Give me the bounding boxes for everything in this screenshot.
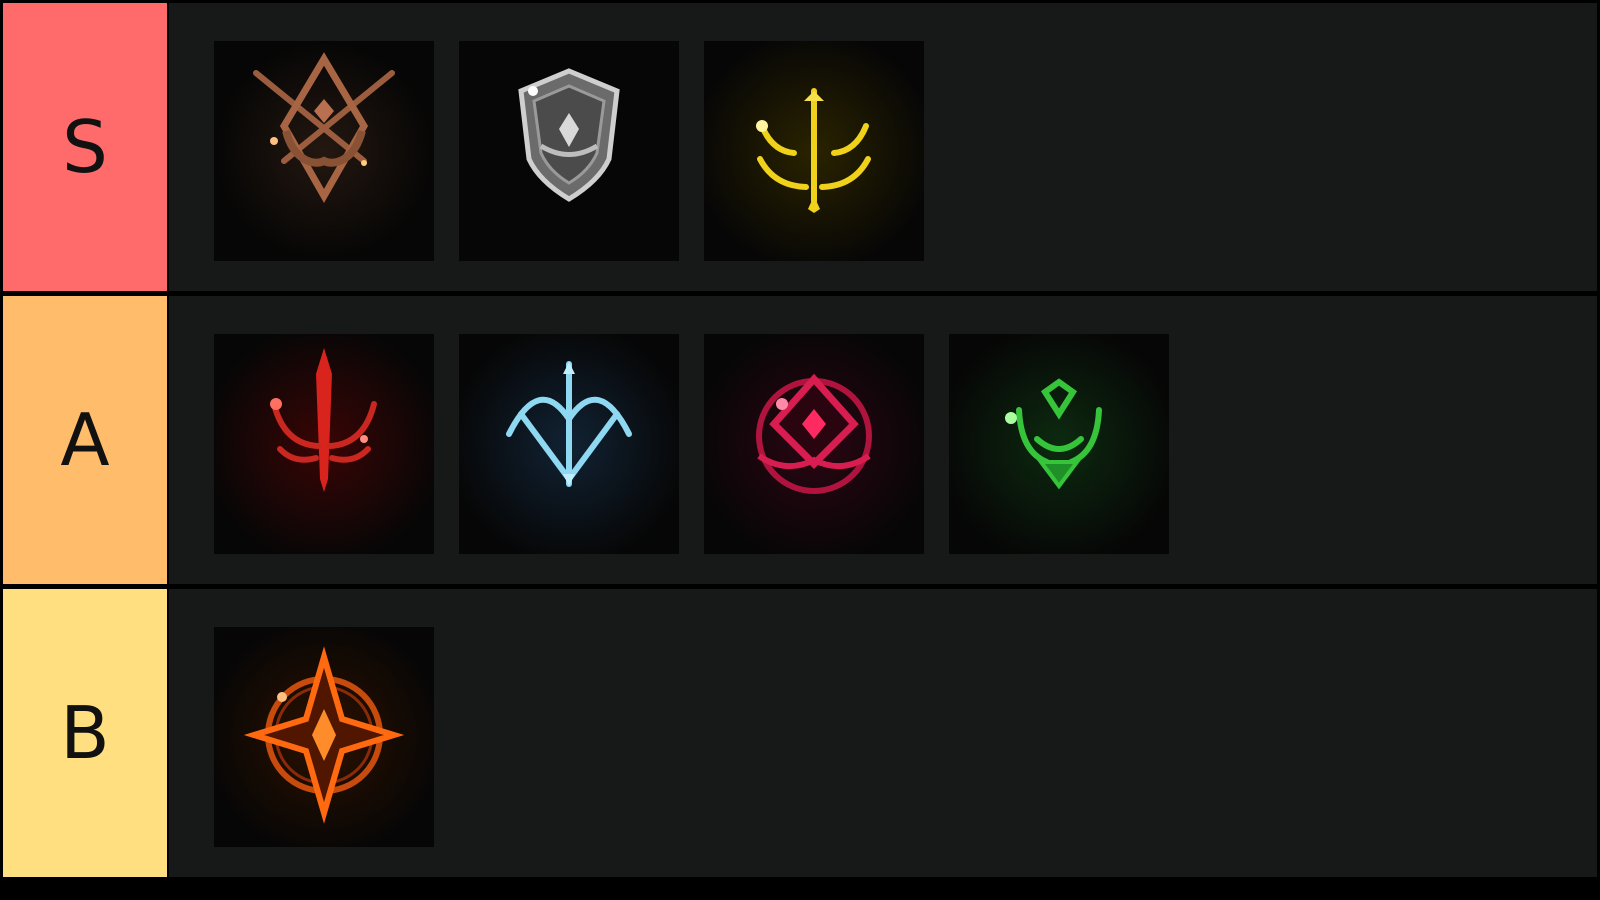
tier-row-s: S (3, 3, 1597, 291)
silver-shield-emblem-icon (459, 41, 679, 261)
tier-label-a[interactable]: A (3, 296, 167, 584)
orange-four-point-star-circle-emblem-icon (214, 627, 434, 847)
tier-row-b: B (3, 589, 1597, 877)
tier-item[interactable] (949, 334, 1169, 554)
tier-item[interactable] (459, 41, 679, 261)
red-trident-sword-emblem-icon (214, 334, 434, 554)
blue-crossed-bows-emblem-icon (459, 334, 679, 554)
tier-label-s[interactable]: S (3, 3, 167, 291)
green-trident-knot-emblem-icon (949, 334, 1169, 554)
tier-label-b[interactable]: B (3, 589, 167, 877)
tier-items-a[interactable] (169, 296, 1597, 584)
tier-item[interactable] (214, 627, 434, 847)
tier-item[interactable] (214, 334, 434, 554)
tier-list-board: S A B (0, 0, 1600, 900)
tier-row-a: A (3, 296, 1597, 584)
bronze-crossed-swords-laurel-emblem-icon (214, 41, 434, 261)
crimson-diamond-lotus-emblem-icon (704, 334, 924, 554)
tier-item[interactable] (459, 334, 679, 554)
tier-item[interactable] (704, 41, 924, 261)
gold-trident-crest-emblem-icon (704, 41, 924, 261)
tier-item[interactable] (704, 334, 924, 554)
tier-items-s[interactable] (169, 3, 1597, 291)
tier-items-b[interactable] (169, 589, 1597, 877)
tier-item[interactable] (214, 41, 434, 261)
